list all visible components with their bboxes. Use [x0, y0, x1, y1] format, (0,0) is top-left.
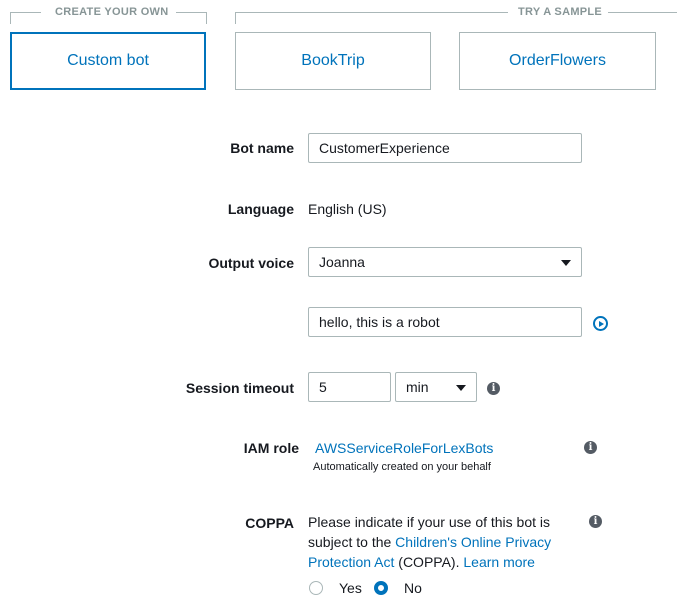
language-value: English (US)	[308, 201, 387, 217]
custom-bot-card[interactable]: Custom bot	[10, 32, 206, 90]
coppa-yes-label[interactable]: Yes	[339, 580, 362, 596]
info-icon[interactable]: i	[589, 515, 602, 528]
iam-role-note: Automatically created on your behalf	[313, 461, 491, 473]
bot-name-input[interactable]: CustomerExperience	[308, 133, 582, 163]
try-sample-title: TRY A SAMPLE	[518, 6, 603, 18]
session-timeout-value: 5	[319, 379, 327, 395]
create-own-title: CREATE YOUR OWN	[55, 6, 169, 18]
booktrip-card[interactable]: BookTrip	[235, 32, 431, 90]
language-label: Language	[227, 201, 294, 217]
coppa-text-abbr: (COPPA).	[398, 554, 460, 570]
coppa-line-1: Please indicate if your use of this bot …	[308, 514, 551, 530]
session-timeout-unit-value: min	[406, 379, 429, 395]
coppa-act-link-2[interactable]: Protection Act	[308, 554, 394, 570]
create-own-header: CREATE YOUR OWN	[10, 0, 207, 24]
coppa-text-subject: subject to the	[308, 534, 392, 550]
coppa-act-link-1[interactable]: Children's Online Privacy	[395, 534, 551, 550]
iam-role-label: IAM role	[243, 440, 299, 456]
bot-name-value: CustomerExperience	[319, 140, 450, 156]
session-timeout-input[interactable]: 5	[308, 372, 391, 402]
orderflowers-card[interactable]: OrderFlowers	[459, 32, 656, 90]
voice-sample-value: hello, this is a robot	[319, 314, 440, 330]
voice-sample-input[interactable]: hello, this is a robot	[308, 307, 582, 337]
caret-down-icon	[561, 260, 571, 266]
output-voice-label: Output voice	[208, 255, 294, 271]
iam-role-link[interactable]: AWSServiceRoleForLexBots	[315, 440, 493, 456]
bot-name-label: Bot name	[230, 140, 294, 156]
coppa-yes-radio[interactable]	[309, 581, 323, 595]
coppa-no-label[interactable]: No	[404, 580, 422, 596]
caret-down-icon	[456, 385, 466, 391]
learn-more-link[interactable]: Learn more	[463, 554, 535, 570]
try-sample-header: TRY A SAMPLE	[235, 0, 677, 24]
coppa-description: Please indicate if your use of this bot …	[308, 512, 578, 572]
info-icon[interactable]: i	[487, 382, 500, 395]
output-voice-select[interactable]: Joanna	[308, 247, 582, 277]
info-icon[interactable]: i	[584, 441, 597, 454]
output-voice-value: Joanna	[319, 254, 365, 270]
play-icon[interactable]	[593, 316, 608, 331]
session-timeout-label: Session timeout	[185, 380, 294, 396]
session-timeout-unit-select[interactable]: min	[395, 372, 477, 402]
coppa-no-radio[interactable]	[374, 581, 388, 595]
coppa-label: COPPA	[245, 515, 294, 531]
